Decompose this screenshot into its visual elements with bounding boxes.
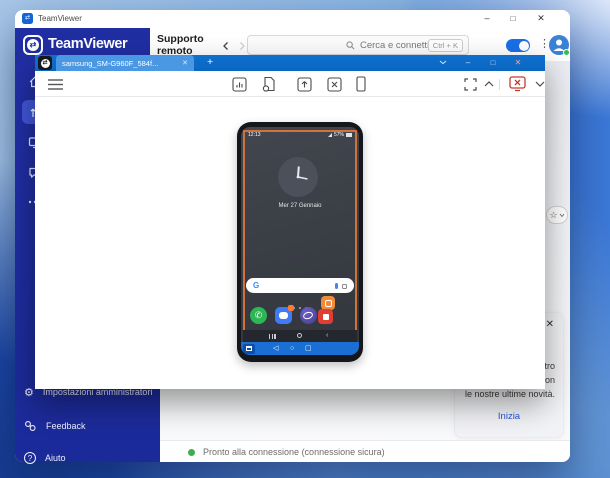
status-dot	[188, 449, 195, 456]
tv-home-icon[interactable]: ○	[290, 343, 294, 354]
minimize-button[interactable]: –	[475, 10, 499, 28]
remote-phone[interactable]: 12:13 57% Mer 27 Gennaio G ✆ ‹ ◁ ○ ▢	[237, 122, 363, 362]
hamburger-menu-icon[interactable]	[47, 76, 63, 92]
favorite-button[interactable]: ☆	[546, 206, 568, 224]
new-tab-button[interactable]: +	[207, 56, 213, 68]
star-icon: ☆	[549, 209, 558, 220]
card-close-icon[interactable]: ✕	[546, 319, 554, 330]
mic-icon[interactable]	[334, 283, 338, 289]
phone-app-icon[interactable]: ✆	[250, 307, 267, 324]
notification-badge	[288, 305, 294, 311]
remote-screen-area[interactable]: 12:13 57% Mer 27 Gennaio G ✆ ‹ ◁ ○ ▢	[35, 97, 545, 389]
battery-icon	[346, 133, 352, 137]
teamviewer-phone-toolbar: ◁ ○ ▢	[241, 342, 359, 355]
device-phone-icon[interactable]	[353, 76, 369, 92]
back-icon[interactable]	[221, 41, 231, 51]
android-home-icon[interactable]	[297, 333, 302, 338]
avatar[interactable]	[549, 35, 570, 56]
status-text: Pronto alla connessione (connessione sic…	[203, 447, 385, 457]
forward-icon[interactable]	[237, 41, 247, 51]
session-tab-title: samsung_SM-G960F_584f...	[62, 58, 159, 68]
toggle-knob	[518, 40, 529, 51]
collapse-toolbar-chevron-icon[interactable]	[481, 76, 497, 92]
message-bubble	[279, 312, 288, 319]
brand-name: TeamViewer	[48, 36, 128, 52]
teamviewer-session-icon: ⇄	[38, 56, 52, 70]
session-close-button[interactable]: ✕	[508, 55, 528, 71]
more-actions-chevron-icon[interactable]	[532, 76, 548, 92]
teamviewer-logo-icon: ⇄	[23, 35, 43, 55]
phone-screen[interactable]: 12:13 57% Mer 27 Gennaio G ✆ ‹ ◁ ○ ▢	[241, 127, 359, 355]
remote-session-window: ⇄ samsung_SM-G960F_584f... ✕ + – □ ✕ 12:…	[35, 55, 545, 389]
phone-status-time: 12:13	[248, 132, 261, 138]
session-menu-chevron-icon[interactable]	[433, 55, 453, 71]
grid-icon	[246, 346, 252, 351]
session-toolbar	[35, 71, 545, 97]
window-title: TeamViewer	[38, 14, 82, 23]
dashboard-stats-icon[interactable]	[231, 76, 247, 92]
signal-icon	[327, 133, 332, 137]
os-titlebar: ⇄ TeamViewer – □ ✕	[15, 10, 570, 28]
session-maximize-button[interactable]: □	[483, 55, 503, 71]
store-glyph	[324, 299, 332, 307]
session-tab[interactable]: samsung_SM-G960F_584f... ✕	[56, 55, 194, 71]
card-text-line: le nostre ultime novità.	[464, 389, 555, 399]
chevron-down-icon	[559, 213, 564, 217]
end-session-icon[interactable]	[507, 76, 527, 92]
upload-app-icon[interactable]	[296, 76, 312, 92]
close-button[interactable]: ✕	[529, 10, 553, 28]
search-shortcut-badge: Ctrl + K	[427, 39, 463, 52]
video-glyph	[322, 313, 329, 320]
feedback-label: Feedback	[46, 421, 86, 431]
close-apps-icon[interactable]	[326, 76, 342, 92]
planet-orbit	[302, 310, 314, 320]
messages-app-icon[interactable]	[275, 305, 294, 324]
date-widget: Mer 27 Gennaio	[278, 203, 322, 209]
help-label: Aiuto	[45, 453, 66, 463]
connection-toggle[interactable]	[506, 39, 530, 52]
inizia-link[interactable]: Inizia	[455, 411, 563, 422]
tab-close-icon[interactable]: ✕	[182, 59, 188, 67]
android-nav-bar: ‹	[243, 330, 357, 342]
google-search-bar[interactable]: G	[246, 278, 354, 293]
clock-widget[interactable]	[278, 157, 318, 197]
search-input[interactable]: Cerca e connetti Ctrl + K	[247, 35, 469, 55]
tv-back-icon[interactable]: ◁	[273, 343, 278, 354]
search-placeholder: Cerca e connetti	[360, 39, 430, 51]
tv-recents-icon[interactable]: ▢	[305, 343, 312, 354]
google-logo: G	[253, 281, 260, 290]
battery-percent: 57%	[333, 132, 344, 138]
android-back-icon[interactable]: ‹	[326, 332, 328, 340]
search-icon	[346, 40, 355, 49]
session-minimize-button[interactable]: –	[458, 55, 478, 71]
browser-app-icon[interactable]	[300, 307, 317, 324]
gear-icon: ⚙	[24, 386, 34, 399]
sidebar-item-help[interactable]: ? Aiuto	[24, 449, 66, 467]
recents-icon[interactable]	[269, 333, 276, 339]
toolbar-divider	[499, 79, 500, 90]
store-app-icon[interactable]	[321, 296, 335, 310]
tv-toolbar-menu-button[interactable]	[243, 343, 255, 354]
teamviewer-app-icon: ⇄	[22, 13, 33, 24]
online-status-dot	[563, 49, 570, 56]
lens-icon[interactable]	[342, 283, 347, 289]
fullscreen-icon[interactable]	[462, 76, 478, 92]
feedback-icon	[25, 421, 36, 431]
video-app-icon[interactable]	[318, 309, 333, 324]
phone-status-right: 57%	[327, 132, 352, 138]
maximize-button[interactable]: □	[501, 10, 525, 28]
help-icon: ?	[24, 452, 36, 464]
session-titlebar: ⇄ samsung_SM-G960F_584f... ✕ + – □ ✕	[35, 55, 545, 71]
sidebar-item-feedback[interactable]: Feedback	[24, 417, 86, 435]
file-settings-icon[interactable]	[261, 76, 277, 92]
connection-status-bar: Pronto alla connessione (connessione sic…	[160, 440, 570, 462]
